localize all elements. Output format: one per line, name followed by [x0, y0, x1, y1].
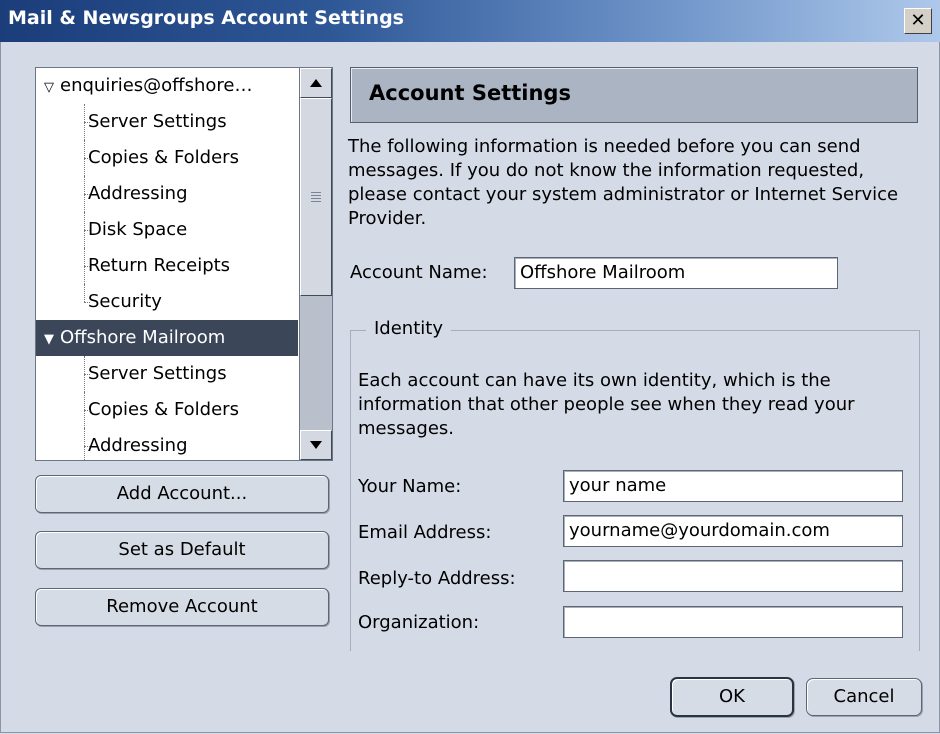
tree-item-addressing[interactable]: Addressing	[36, 176, 298, 212]
tree-item-server-settings[interactable]: Server Settings	[36, 356, 298, 392]
tree-item-label: enquiries@offshore…	[60, 75, 253, 96]
arrow-up-icon	[310, 79, 322, 87]
tree-item-label: Copies & Folders	[88, 399, 239, 420]
tree-item-security[interactable]: Security	[36, 284, 298, 320]
tree-item-return-receipts[interactable]: Return Receipts	[36, 248, 298, 284]
tree-item-addressing[interactable]: Addressing	[36, 428, 298, 460]
reply-to-label: Reply-to Address:	[358, 568, 516, 589]
tree-account-enquiries[interactable]: ▽ enquiries@offshore…	[36, 68, 298, 104]
email-label: Email Address:	[358, 522, 492, 543]
identity-legend: Identity	[366, 318, 451, 339]
cancel-button[interactable]: Cancel	[806, 678, 922, 716]
remove-account-button[interactable]: Remove Account	[35, 588, 329, 626]
tree-item-label: Offshore Mailroom	[60, 327, 226, 348]
scroll-thumb[interactable]	[300, 98, 332, 296]
tree-item-label: Server Settings	[88, 363, 227, 384]
tree-item-label: Server Settings	[88, 111, 227, 132]
organization-input[interactable]	[563, 606, 903, 638]
tree-item-label: Addressing	[88, 183, 188, 204]
tree-item-copies-folders[interactable]: Copies & Folders	[36, 392, 298, 428]
tree-item-label: Disk Space	[88, 219, 188, 240]
set-default-button[interactable]: Set as Default	[35, 531, 329, 569]
tree-account-offshore-mailroom[interactable]: ▼ Offshore Mailroom	[36, 320, 298, 356]
your-name-input[interactable]: your name	[563, 470, 903, 502]
arrow-down-icon	[310, 441, 322, 449]
panel-title: Account Settings	[369, 81, 571, 105]
scroll-down-button[interactable]	[300, 430, 332, 460]
close-icon: ✕	[910, 10, 926, 31]
tree-item-label: Copies & Folders	[88, 147, 239, 168]
account-tree[interactable]: ▽ enquiries@offshore… Server Settings Cop…	[35, 67, 333, 461]
tree-scrollbar[interactable]	[299, 68, 332, 460]
organization-label: Organization:	[358, 612, 480, 633]
identity-description: Each account can have its own identity, …	[358, 370, 855, 439]
reply-to-input[interactable]	[563, 560, 903, 592]
expand-triangle-icon[interactable]: ▽	[44, 70, 60, 106]
account-name-input[interactable]: Offshore Mailroom	[514, 257, 838, 289]
email-input[interactable]: yourname@yourdomain.com	[563, 515, 903, 547]
tree-item-disk-space[interactable]: Disk Space	[36, 212, 298, 248]
tree-item-label: Return Receipts	[88, 255, 231, 276]
tree-item-copies-folders[interactable]: Copies & Folders	[36, 140, 298, 176]
close-button[interactable]: ✕	[904, 8, 932, 34]
your-name-label: Your Name:	[358, 476, 462, 497]
window-title: Mail & Newsgroups Account Settings	[8, 7, 404, 29]
panel-header: Account Settings	[350, 67, 918, 123]
account-name-label: Account Name:	[350, 262, 488, 283]
scroll-up-button[interactable]	[300, 68, 332, 98]
add-account-button[interactable]: Add Account...	[35, 475, 329, 513]
intro-text: The following information is needed befo…	[348, 136, 899, 229]
title-bar: Mail & Newsgroups Account Settings ✕	[0, 0, 940, 42]
grip-icon	[311, 192, 321, 202]
expand-triangle-icon[interactable]: ▼	[44, 322, 60, 358]
ok-button[interactable]: OK	[670, 677, 794, 717]
tree-item-server-settings[interactable]: Server Settings	[36, 104, 298, 140]
tree-item-label: Addressing	[88, 435, 188, 456]
tree-item-label: Security	[88, 291, 162, 312]
